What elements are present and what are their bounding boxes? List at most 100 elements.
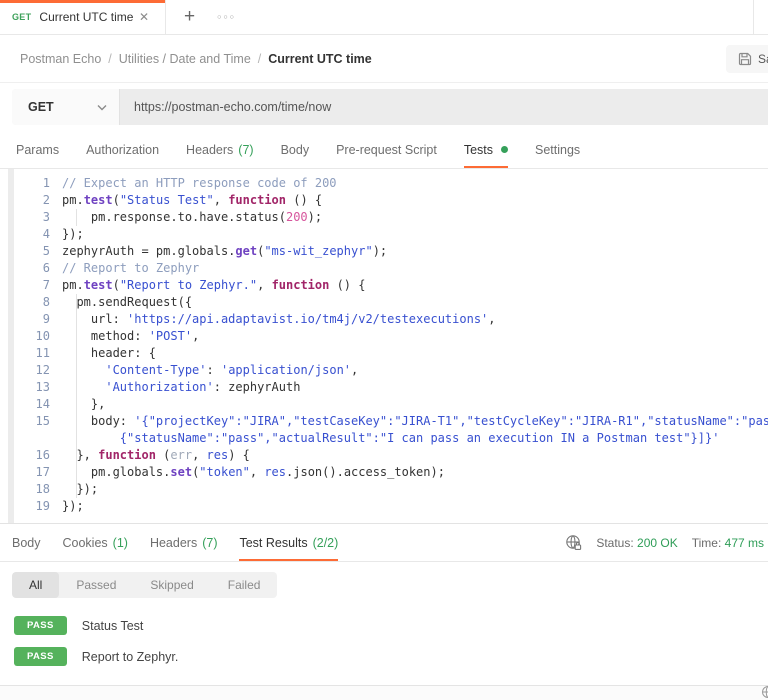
request-tab-label: Authorization xyxy=(86,143,159,157)
more-tabs-button[interactable]: ○○○ xyxy=(217,0,236,34)
response-tab-count: (2/2) xyxy=(313,536,339,550)
tabbar-divider xyxy=(753,0,754,34)
code-line-content: header: { xyxy=(62,345,768,362)
indent-guide xyxy=(76,294,77,498)
request-tab-pre-request-script[interactable]: Pre-request Script xyxy=(336,131,437,168)
code-line-content: zephyrAuth = pm.globals.get("ms-wit_zeph… xyxy=(62,243,768,260)
request-tab-label: Body xyxy=(281,143,310,157)
code-line: 7pm.test("Report to Zephyr.", function (… xyxy=(0,277,768,294)
code-line: 10 method: 'POST', xyxy=(0,328,768,345)
status-indicator: Status: 200 OK xyxy=(596,536,677,550)
url-row: GET xyxy=(0,83,768,131)
save-floppy-icon xyxy=(738,52,752,66)
close-icon[interactable]: ✕ xyxy=(135,8,153,26)
code-line-content: method: 'POST', xyxy=(62,328,768,345)
response-tab-test-results[interactable]: Test Results(2/2) xyxy=(239,524,338,561)
code-line-content: pm.test("Status Test", function () { xyxy=(62,192,768,209)
time-value: 477 ms xyxy=(725,536,764,550)
code-line: 5zephyrAuth = pm.globals.get("ms-wit_zep… xyxy=(0,243,768,260)
response-tab-label: Cookies xyxy=(63,536,108,550)
code-line: 13 'Authorization': zephyrAuth xyxy=(0,379,768,396)
editor-gutter-strip xyxy=(8,169,14,523)
green-dot-icon xyxy=(501,146,508,153)
time-label: Time: xyxy=(692,536,722,550)
request-tab-body[interactable]: Body xyxy=(281,131,310,168)
tab-method-badge: GET xyxy=(12,12,31,22)
code-line: 1// Expect an HTTP response code of 200 xyxy=(0,175,768,192)
url-input[interactable] xyxy=(120,89,768,125)
test-result-row: PASSReport to Zephyr. xyxy=(0,641,768,672)
footer-globe-icon[interactable] xyxy=(761,685,768,699)
request-tab-authorization[interactable]: Authorization xyxy=(86,131,159,168)
code-line-content: 'Content-Type': 'application/json', xyxy=(62,362,768,379)
filter-all[interactable]: All xyxy=(12,572,59,598)
code-line: 4}); xyxy=(0,226,768,243)
status-label: Status: xyxy=(596,536,633,550)
code-line: 17 pm.globals.set("token", res.json().ac… xyxy=(0,464,768,481)
response-tab-label: Headers xyxy=(150,536,197,550)
request-tab-headers[interactable]: Headers(7) xyxy=(186,131,254,168)
ellipsis-icon: ○○○ xyxy=(217,14,236,21)
tab-title: Current UTC time xyxy=(39,10,133,24)
code-lines: 1// Expect an HTTP response code of 2002… xyxy=(0,175,768,515)
code-line-content: pm.globals.set("token", res.json().acces… xyxy=(62,464,768,481)
breadcrumb-separator: / xyxy=(108,52,111,66)
response-tab-label: Body xyxy=(12,536,41,550)
response-tab-count: (7) xyxy=(202,536,217,550)
code-line: 3 pm.response.to.have.status(200); xyxy=(0,209,768,226)
request-tab-label: Tests xyxy=(464,143,493,157)
test-results-filter: AllPassedSkippedFailed xyxy=(12,572,277,598)
code-line-content: body: '{"projectKey":"JIRA","testCaseKey… xyxy=(62,413,768,430)
request-tab-params[interactable]: Params xyxy=(16,131,59,168)
request-tab-current-utc-time[interactable]: GET Current UTC time ✕ xyxy=(0,0,166,34)
request-tab-settings[interactable]: Settings xyxy=(535,131,580,168)
status-value: 200 OK xyxy=(637,536,678,550)
save-button-label: Save xyxy=(758,52,768,66)
code-line: 14 }, xyxy=(0,396,768,413)
code-line-content: }); xyxy=(62,226,768,243)
code-line: 12 'Content-Type': 'application/json', xyxy=(0,362,768,379)
code-line: 8 pm.sendRequest({ xyxy=(0,294,768,311)
request-tab-count: (7) xyxy=(238,143,253,157)
code-line: 2pm.test("Status Test", function () { xyxy=(0,192,768,209)
breadcrumb-item-postman-echo[interactable]: Postman Echo xyxy=(20,52,101,66)
code-line-content: }); xyxy=(62,498,768,515)
code-line-content: {"statusName":"pass","actualResult":"I c… xyxy=(62,430,768,447)
breadcrumb-separator: / xyxy=(258,52,261,66)
indent-guide xyxy=(76,209,77,226)
code-line-content: }); xyxy=(62,481,768,498)
new-tab-button[interactable]: + xyxy=(184,0,195,34)
chevron-down-icon xyxy=(97,104,107,111)
code-line-content: }, xyxy=(62,396,768,413)
breadcrumb-row: Postman Echo/Utilities / Date and Time/C… xyxy=(0,35,768,83)
code-line: 16 }, function (err, res) { xyxy=(0,447,768,464)
filter-passed[interactable]: Passed xyxy=(59,572,133,598)
code-line: 11 header: { xyxy=(0,345,768,362)
code-line: 9 url: 'https://api.adaptavist.io/tm4j/v… xyxy=(0,311,768,328)
request-section-tabs: Params Authorization Headers(7) Body Pre-req… xyxy=(0,131,768,169)
network-globe-lock-icon[interactable] xyxy=(565,534,582,551)
pass-badge: PASS xyxy=(14,616,67,635)
code-line: {"statusName":"pass","actualResult":"I c… xyxy=(0,430,768,447)
tests-code-editor[interactable]: 1// Expect an HTTP response code of 2002… xyxy=(0,169,768,524)
save-button[interactable]: Save xyxy=(726,45,768,73)
time-indicator: Time: 477 ms xyxy=(692,536,764,550)
test-result-name: Report to Zephyr. xyxy=(82,650,179,664)
response-meta: Status: 200 OK Time: 477 ms xyxy=(565,524,764,561)
response-tab-body[interactable]: Body xyxy=(12,524,41,561)
method-select[interactable]: GET xyxy=(12,89,120,125)
code-line-content: pm.response.to.have.status(200); xyxy=(62,209,768,226)
test-result-row: PASSStatus Test xyxy=(0,610,768,641)
filter-failed[interactable]: Failed xyxy=(211,572,278,598)
request-tab-label: Params xyxy=(16,143,59,157)
response-tab-headers[interactable]: Headers (7) xyxy=(150,524,218,561)
breadcrumb: Postman Echo/Utilities / Date and Time/C… xyxy=(20,50,372,68)
code-line-content: // Report to Zephyr xyxy=(62,260,768,277)
response-tab-cookies[interactable]: Cookies(1) xyxy=(63,524,128,561)
filter-skipped[interactable]: Skipped xyxy=(133,572,210,598)
test-results-list: PASSStatus TestPASSReport to Zephyr. xyxy=(0,610,768,672)
code-line-content: 'Authorization': zephyrAuth xyxy=(62,379,768,396)
request-tab-tests[interactable]: Tests xyxy=(464,131,508,168)
breadcrumb-item-utilities-date-and-time[interactable]: Utilities / Date and Time xyxy=(119,52,251,66)
url-bar: GET xyxy=(12,89,768,125)
